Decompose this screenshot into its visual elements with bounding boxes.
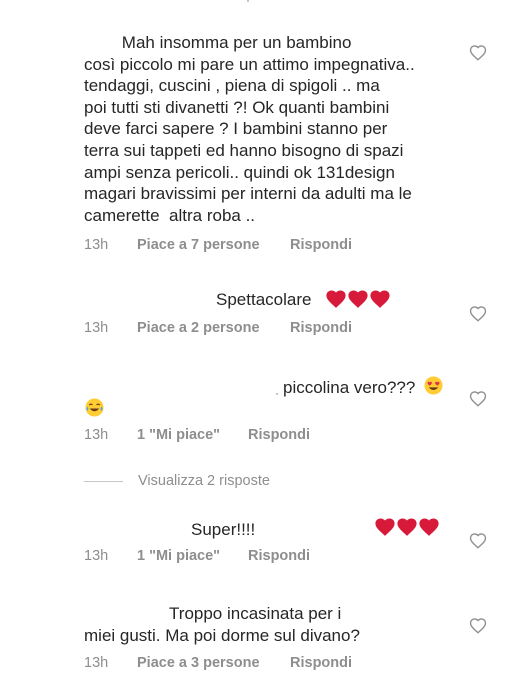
comment-text: Spettacolare — [216, 290, 312, 309]
like-heart-icon[interactable] — [469, 532, 487, 550]
reply-button[interactable]: Rispondi — [248, 427, 310, 443]
likes-count-link[interactable]: Piace a 3 persone — [137, 655, 260, 671]
comment-text: Troppo incasinata per i miei gusti. Ma p… — [84, 604, 360, 645]
comment-time: 13h — [84, 237, 109, 253]
comments-screen: { "comments": [ { "lines": [ " Mah insom… — [0, 0, 514, 700]
like-heart-icon[interactable] — [469, 617, 487, 635]
likes-count-link[interactable]: Piace a 7 persone — [137, 237, 260, 253]
likes-count-link[interactable]: 1 "Mi piace" — [137, 548, 220, 564]
likes-count-link[interactable]: Piace a 2 persone — [137, 320, 260, 336]
reply-button[interactable]: Rispondi — [290, 237, 352, 253]
comment-time: 13h — [84, 655, 109, 671]
comment-time: 13h — [84, 548, 109, 564]
heart-eyes-emoji — [424, 376, 443, 395]
comment-text: Super!!!! — [191, 520, 256, 539]
like-heart-icon[interactable] — [469, 390, 487, 408]
red-hearts-emoji — [326, 290, 396, 310]
replies-thread-line — [84, 481, 123, 482]
red-hearts-emoji — [375, 518, 445, 538]
tears-of-joy-emoji — [85, 398, 104, 417]
top-indicator-dot — [247, 0, 249, 2]
comment-text: Mah insomma per un bambino così piccolo … — [84, 33, 415, 225]
comment-time: 13h — [84, 320, 109, 336]
reply-button[interactable]: Rispondi — [290, 320, 352, 336]
text-dot — [276, 393, 278, 395]
view-replies-button[interactable]: Visualizza 2 risposte — [138, 473, 270, 489]
comment-time: 13h — [84, 427, 109, 443]
like-heart-icon[interactable] — [469, 305, 487, 323]
reply-button[interactable]: Rispondi — [248, 548, 310, 564]
comment-text: piccolina vero??? — [283, 378, 416, 397]
reply-button[interactable]: Rispondi — [290, 655, 352, 671]
likes-count-link[interactable]: 1 "Mi piace" — [137, 427, 220, 443]
like-heart-icon[interactable] — [469, 44, 487, 62]
